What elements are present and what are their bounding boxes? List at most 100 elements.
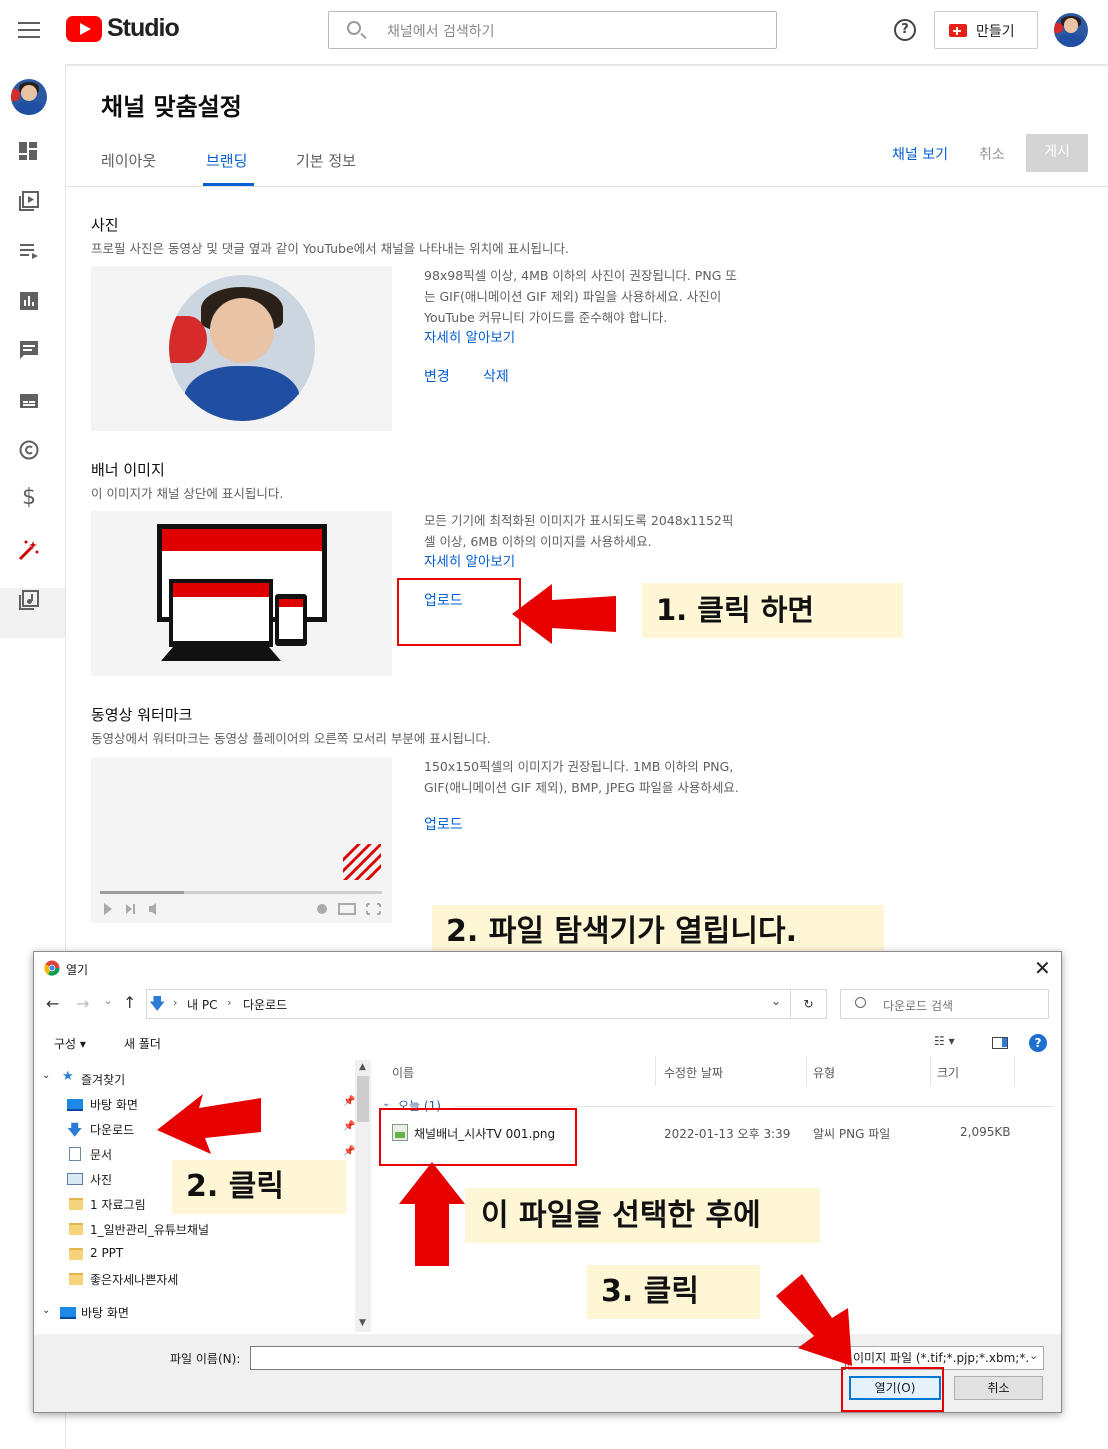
analytics-icon[interactable] bbox=[19, 291, 39, 311]
customization-wand-icon[interactable] bbox=[18, 539, 40, 561]
watermark-section-title: 동영상 워터마크 bbox=[91, 706, 193, 724]
youtube-logo-icon[interactable] bbox=[66, 16, 102, 42]
address-dropdown-icon[interactable]: ⌄ bbox=[771, 994, 781, 1008]
view-options-icon[interactable]: ☷ ▾ bbox=[934, 1034, 955, 1048]
account-avatar[interactable] bbox=[1054, 13, 1088, 47]
dialog-title: 열기 bbox=[66, 963, 89, 977]
profile-photo-preview bbox=[91, 266, 392, 431]
desktop-icon bbox=[60, 1307, 76, 1319]
documents-icon bbox=[69, 1147, 81, 1161]
tab-basic-info[interactable]: 기본 정보 bbox=[296, 150, 356, 171]
search-placeholder: 채널에서 검색하기 bbox=[387, 24, 495, 40]
help-icon[interactable]: ? bbox=[1029, 1034, 1047, 1052]
subtitles-icon[interactable] bbox=[19, 391, 39, 411]
tab-layout[interactable]: 레이아웃 bbox=[101, 150, 156, 171]
preview-pane-icon[interactable] bbox=[992, 1037, 1008, 1049]
downloads-search-input[interactable]: 다운로드 검색 bbox=[840, 989, 1049, 1019]
nav-quick-access[interactable]: 즐겨찾기 bbox=[81, 1071, 125, 1088]
banner-section-title: 배너 이미지 bbox=[91, 461, 165, 479]
column-size[interactable]: 크기 bbox=[937, 1064, 959, 1081]
channel-avatar[interactable] bbox=[11, 79, 47, 115]
downloads-search-placeholder: 다운로드 검색 bbox=[883, 999, 954, 1013]
desktop-icon bbox=[67, 1099, 83, 1111]
download-folder-icon: 🡇 bbox=[67, 1121, 83, 1139]
banner-info-line: 셀 이상, 6MB 이하의 이미지를 사용하세요. bbox=[424, 534, 652, 549]
step3-callout: 3. 클릭 bbox=[587, 1265, 760, 1319]
comments-icon[interactable] bbox=[19, 340, 39, 360]
watermark-info-line: 150x150픽셀의 이미지가 권장됩니다. 1MB 이하의 PNG, bbox=[424, 759, 734, 774]
banner-preview bbox=[91, 511, 392, 676]
forward-arrow-icon[interactable]: → bbox=[76, 994, 89, 1013]
banner-learn-more-link[interactable]: 자세히 알아보기 bbox=[424, 552, 774, 573]
publish-button[interactable]: 게시 bbox=[1026, 134, 1088, 172]
refresh-icon[interactable]: ↻ bbox=[791, 989, 827, 1019]
nav-scrollbar-thumb[interactable] bbox=[357, 1076, 369, 1122]
audio-library-icon[interactable] bbox=[19, 590, 39, 610]
download-arrow-icon: 🡇 bbox=[149, 994, 166, 1013]
nav-desktop[interactable]: 바탕 화면 bbox=[90, 1096, 138, 1113]
file-size: 2,095KB bbox=[960, 1125, 1011, 1139]
tab-branding[interactable]: 브랜딩 bbox=[206, 150, 247, 171]
column-type[interactable]: 유형 bbox=[813, 1064, 835, 1081]
new-folder-button[interactable]: 새 폴더 bbox=[124, 1035, 161, 1052]
breadcrumb-downloads[interactable]: 다운로드 bbox=[243, 996, 287, 1013]
nav-folder[interactable]: 1_일반관리_유튜브채널 bbox=[90, 1221, 209, 1238]
nav-folder[interactable]: 좋은자세나쁜자세 bbox=[90, 1271, 178, 1288]
nav-folder[interactable]: 1 자료그림 bbox=[90, 1196, 146, 1213]
open-button-highlight-box bbox=[841, 1367, 944, 1412]
folder-icon bbox=[69, 1248, 83, 1260]
filter-dropdown-icon[interactable]: ⌄ bbox=[1029, 1349, 1038, 1362]
photo-info-line: YouTube 커뮤니티 가이드를 준수해야 합니다. bbox=[424, 310, 668, 325]
file-type: 알씨 PNG 파일 bbox=[813, 1127, 891, 1141]
copyright-icon[interactable] bbox=[19, 440, 39, 460]
star-icon: ★ bbox=[62, 1069, 74, 1084]
address-bar[interactable]: 🡇 › 내 PC › 다운로드 ⌄ bbox=[146, 989, 791, 1019]
arrow-up-icon bbox=[399, 1162, 465, 1266]
create-label: 만들기 bbox=[976, 24, 1015, 40]
filename-input[interactable] bbox=[250, 1346, 846, 1370]
photo-learn-more-link[interactable]: 자세히 알아보기 bbox=[424, 328, 774, 349]
menu-icon[interactable] bbox=[18, 22, 40, 38]
nav-documents[interactable]: 문서 bbox=[90, 1146, 112, 1163]
file-date: 2022-01-13 오후 3:39 bbox=[664, 1127, 791, 1141]
organize-menu[interactable]: 구성 ▾ bbox=[54, 1035, 86, 1052]
dialog-cancel-button[interactable]: 취소 bbox=[954, 1376, 1043, 1400]
column-name[interactable]: 이름 bbox=[392, 1064, 414, 1081]
breadcrumb-my-pc[interactable]: 내 PC bbox=[187, 996, 217, 1013]
recent-dropdown-icon[interactable]: ⌄ bbox=[104, 996, 112, 1007]
up-arrow-icon[interactable]: ↑ bbox=[123, 993, 136, 1012]
watermark-info-line: GIF(애니메이션 GIF 제외), BMP, JPEG 파일을 사용하세요. bbox=[424, 780, 739, 795]
back-arrow-icon[interactable]: ← bbox=[46, 994, 59, 1013]
nav-pictures[interactable]: 사진 bbox=[90, 1171, 112, 1188]
nav-folder[interactable]: 2 PPT bbox=[90, 1246, 123, 1260]
pin-icon: 📌 bbox=[343, 1096, 356, 1107]
filename-label: 파일 이름(N): bbox=[170, 1352, 241, 1366]
photo-info: 98x98픽셀 이상, 4MB 이하의 사진이 권장됩니다. PNG 또 는 G… bbox=[424, 265, 774, 349]
banner-section-description: 이 이미지가 채널 상단에 표시됩니다. bbox=[91, 486, 284, 501]
playlists-icon[interactable] bbox=[19, 241, 39, 261]
banner-info-line: 모든 기기에 최적화된 이미지가 표시되도록 2048x1152픽 bbox=[424, 513, 734, 528]
dashboard-icon[interactable] bbox=[19, 142, 39, 162]
content-icon[interactable] bbox=[19, 191, 39, 211]
photo-section-description: 프로필 사진은 동영상 및 댓글 옆과 같이 YouTube에서 채널을 나타내… bbox=[91, 241, 570, 256]
help-icon[interactable]: ? bbox=[894, 19, 916, 41]
photo-delete-button[interactable]: 삭제 bbox=[483, 366, 509, 386]
create-button[interactable]: 만들기 bbox=[934, 11, 1038, 49]
profile-photo bbox=[169, 275, 315, 421]
studio-logo-text[interactable]: Studio bbox=[107, 14, 180, 43]
photo-change-button[interactable]: 변경 bbox=[424, 366, 450, 386]
column-date-modified[interactable]: 수정한 날짜 bbox=[664, 1064, 723, 1081]
monetization-icon[interactable]: $ bbox=[22, 485, 36, 510]
channel-search-input[interactable]: 채널에서 검색하기 bbox=[328, 11, 777, 49]
cancel-button[interactable]: 취소 bbox=[979, 144, 1005, 164]
pictures-icon bbox=[67, 1173, 83, 1185]
step2-click-callout: 2. 클릭 bbox=[172, 1160, 346, 1214]
view-channel-button[interactable]: 채널 보기 bbox=[892, 144, 948, 164]
watermark-upload-button[interactable]: 업로드 bbox=[424, 814, 463, 834]
nav-scrollbar[interactable]: ▲ ▼ bbox=[355, 1060, 371, 1332]
nav-desktop-root[interactable]: 바탕 화면 bbox=[81, 1304, 129, 1321]
nav-downloads[interactable]: 다운로드 bbox=[90, 1121, 134, 1138]
video-player-preview bbox=[100, 844, 382, 915]
dialog-close-icon[interactable]: ✕ bbox=[1034, 956, 1051, 980]
search-icon bbox=[347, 21, 361, 35]
